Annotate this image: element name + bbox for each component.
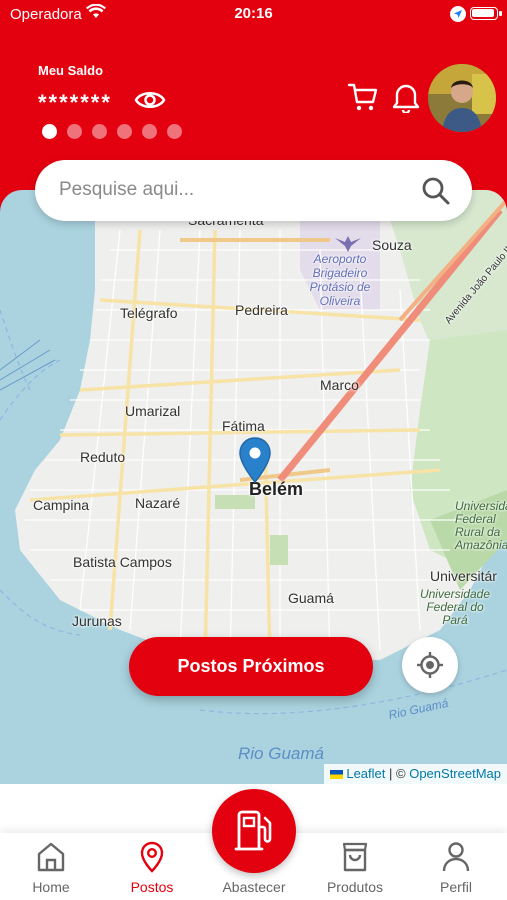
clock: 20:16 <box>234 5 273 22</box>
fuel-pump-icon <box>234 810 272 851</box>
map-label-umarizal: Umarizal <box>125 403 181 419</box>
battery-icon <box>470 7 502 20</box>
nav-postos-label: Postos <box>130 879 174 895</box>
balance-label: Meu Saldo <box>38 63 104 78</box>
carousel-dot[interactable] <box>167 124 182 139</box>
map-label-fatima: Fátima <box>222 418 265 434</box>
map-label-nazare: Nazaré <box>135 495 181 511</box>
map-label-guama: Guamá <box>288 590 334 606</box>
carousel-dot[interactable] <box>117 124 132 139</box>
balance-carousel-indicator <box>42 124 182 139</box>
bell-icon[interactable] <box>391 81 421 113</box>
app-screen: Operadora 20:16 Meu Saldo ******* Souza … <box>0 0 507 900</box>
locate-me-button[interactable] <box>402 637 458 693</box>
avatar[interactable] <box>428 64 496 132</box>
nav-perfil[interactable]: Perfil <box>411 833 501 900</box>
map-label-souza: Souza <box>372 237 412 253</box>
user-icon <box>442 842 470 872</box>
nav-perfil-label: Perfil <box>440 879 472 895</box>
attribution-separator: | © <box>389 766 406 781</box>
nav-home[interactable]: Home <box>6 833 96 900</box>
map-label-campina: Campina <box>33 497 90 513</box>
map-pin-icon[interactable] <box>239 437 271 483</box>
ukraine-flag-icon <box>330 770 344 780</box>
eye-icon[interactable] <box>134 85 166 115</box>
nav-produtos[interactable]: Produtos <box>310 833 400 900</box>
nearby-stations-button[interactable]: Postos Próximos <box>129 637 373 696</box>
home-icon <box>37 842 65 872</box>
search-icon[interactable] <box>421 176 451 206</box>
map-pin-outline-icon <box>140 841 164 873</box>
map-label-telegrafo: Telégrafo <box>120 305 178 321</box>
map-attribution: Leaflet | © OpenStreetMap <box>324 764 507 784</box>
crosshair-icon <box>417 652 443 678</box>
avatar-photo <box>428 64 496 132</box>
carousel-dot[interactable] <box>42 124 57 139</box>
abastecer-fab[interactable] <box>212 789 296 873</box>
map-label-airport: Aeroporto Brigadeiro Protásio de Oliveir… <box>309 252 371 308</box>
nav-produtos-label: Produtos <box>326 879 384 895</box>
map-label-pedreira: Pedreira <box>235 302 288 318</box>
map-label-rio-guama: Rio Guamá <box>238 744 324 763</box>
search-input[interactable] <box>59 174 399 206</box>
nav-postos[interactable]: Postos <box>107 833 197 900</box>
openstreetmap-link[interactable]: OpenStreetMap <box>409 766 501 781</box>
map-label-ufpa: Universidade Federal do Pará <box>419 587 491 627</box>
nav-home-label: Home <box>32 879 70 895</box>
nav-abastecer-label: Abastecer <box>222 879 286 895</box>
map-label-batista-campos: Batista Campos <box>73 554 172 570</box>
location-services-icon <box>450 6 466 22</box>
status-bar: Operadora 20:16 <box>0 0 507 28</box>
carousel-dot[interactable] <box>92 124 107 139</box>
balance-value: ******* <box>38 90 112 115</box>
map-label-reduto: Reduto <box>80 449 126 465</box>
map-label-jurunas: Jurunas <box>72 613 122 629</box>
leaflet-link[interactable]: Leaflet <box>346 766 385 781</box>
shopping-bag-icon <box>342 842 368 872</box>
map-label-ufra: Universidade Federal Rural da Amazônia <box>455 499 507 552</box>
map-label-universitario: Universitár <box>430 568 497 584</box>
map-label-marco: Marco <box>320 377 359 393</box>
search-bar <box>35 160 472 221</box>
cart-icon[interactable] <box>347 81 379 113</box>
carousel-dot[interactable] <box>67 124 82 139</box>
carousel-dot[interactable] <box>142 124 157 139</box>
